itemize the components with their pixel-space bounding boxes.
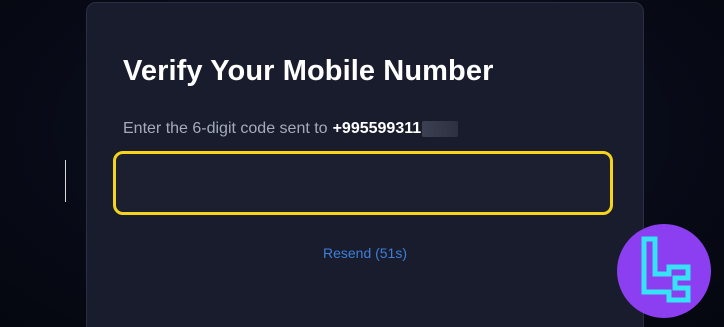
phone-number: +995599311 [332,120,422,137]
verification-code-input[interactable] [113,151,613,215]
code-sent-label: Enter the 6-digit code sent to [123,120,328,137]
phone-number-redaction [422,121,459,137]
tc-logo-icon [617,224,711,318]
resend-code-button[interactable]: Resend (51s) [87,245,643,261]
code-sent-message: Enter the 6-digit code sent to +99559931… [123,120,459,138]
text-caret [65,160,66,202]
page-title: Verify Your Mobile Number [123,55,494,87]
verification-card: Verify Your Mobile Number Enter the 6-di… [86,2,644,327]
tc-logo-icon-graphic [641,236,691,303]
verification-page: Verify Your Mobile Number Enter the 6-di… [0,0,724,327]
